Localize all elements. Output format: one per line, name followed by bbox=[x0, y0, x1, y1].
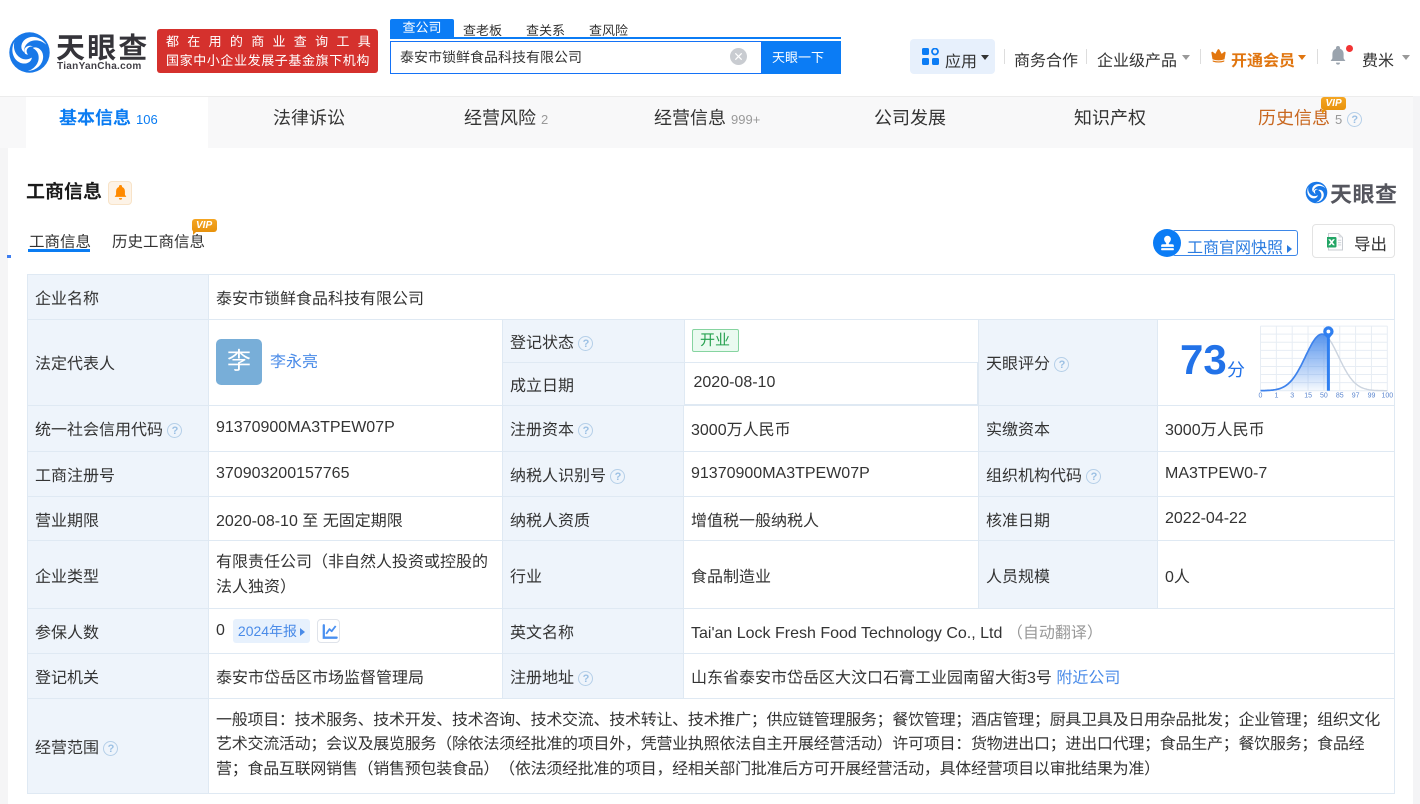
svg-text:97: 97 bbox=[1352, 393, 1360, 400]
svg-text:15: 15 bbox=[1304, 393, 1312, 400]
svg-text:0: 0 bbox=[1259, 393, 1263, 400]
svg-text:3: 3 bbox=[1290, 393, 1294, 400]
svg-text:1: 1 bbox=[1274, 393, 1278, 400]
svg-text:85: 85 bbox=[1336, 393, 1344, 400]
svg-text:99: 99 bbox=[1368, 393, 1376, 400]
svg-text:100: 100 bbox=[1381, 393, 1393, 400]
svg-text:50: 50 bbox=[1320, 393, 1328, 400]
